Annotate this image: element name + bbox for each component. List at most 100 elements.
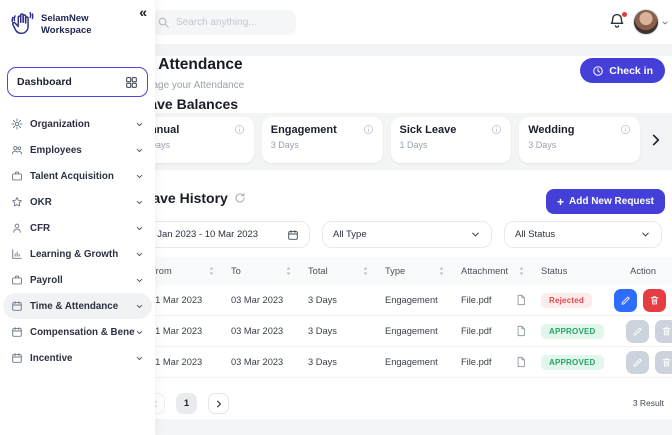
chevron-down-icon [135,276,144,285]
edit-button[interactable] [614,289,637,312]
sort-icon[interactable] [362,266,369,276]
edit-button-disabled [626,320,649,343]
sidebar-item-talent-acquisition[interactable]: Talent Acquisition [3,163,152,189]
cards-next-arrow[interactable] [648,130,664,150]
cell-attachment[interactable]: File.pdf [461,326,515,336]
cell-to: 03 Mar 2023 [231,326,308,336]
type-filter-select[interactable]: All Type [322,221,492,248]
column-header-action: Action [592,266,666,276]
add-new-request-button[interactable]: + Add New Request [546,189,665,214]
leave-history-table: From To Total Type Attachment Status [133,257,672,378]
file-icon[interactable] [515,325,527,337]
sort-icon[interactable] [438,266,445,276]
sidebar-item-incentive[interactable]: Incentive [3,345,152,371]
date-range-filter[interactable]: 01 Jan 2023 - 10 Mar 2023 [133,221,310,248]
sort-icon[interactable] [518,266,525,276]
chevron-down-icon [135,250,144,259]
chevron-down-icon [470,229,481,240]
cell-total: 3 Days [308,357,385,367]
grid-icon [125,76,138,89]
chevron-right-icon [214,399,224,409]
info-icon[interactable] [234,124,245,135]
filters-row: 01 Jan 2023 - 10 Mar 2023 All Type All S… [133,221,662,248]
chevron-down-icon [135,354,144,363]
gear-icon [11,118,23,130]
chart-icon [11,248,23,260]
status-badge: APPROVED [541,355,604,370]
search-input[interactable] [150,10,296,35]
info-icon[interactable] [491,124,502,135]
delete-button[interactable] [643,289,666,312]
sidebar-item-cfr[interactable]: CFR [3,215,152,241]
notification-dot [622,12,627,17]
date-range-value: 01 Jan 2023 - 10 Mar 2023 [144,229,287,240]
trash-icon [649,294,660,306]
search-bar[interactable] [150,10,296,35]
card-name: Engagement [271,124,337,136]
sidebar-item-compensation-benefit[interactable]: Compensation & Benefit [3,319,152,345]
user-icon [11,222,23,234]
file-icon[interactable] [515,294,527,306]
refresh-icon[interactable] [234,192,246,204]
leave-balance-card-engagement: Engagement 3 Days [262,117,383,163]
column-header-type[interactable]: Type [385,266,461,276]
clock-icon [592,65,604,77]
card-days: 3 Days [528,140,631,150]
sidebar-item-employees[interactable]: Employees [3,137,152,163]
cell-attachment[interactable]: File.pdf [461,357,515,367]
sidebar-item-organization[interactable]: Organization [3,111,152,137]
chevron-down-icon [135,172,144,181]
cell-type: Engagement [385,357,461,367]
table-row[interactable]: 01 Mar 2023 03 Mar 2023 3 Days Engagemen… [133,285,672,316]
info-icon[interactable] [620,124,631,135]
check-in-button[interactable]: Check in [580,58,665,83]
type-filter-value: All Type [333,229,470,240]
sidebar-item-payroll[interactable]: Payroll [3,267,152,293]
sidebar-collapse-button[interactable]: « [139,4,146,20]
leave-balance-cards: Annual 3 Days Engagement 3 Days Sick Lea… [133,117,664,163]
column-header-attachment[interactable]: Attachment [461,266,541,276]
cell-type: Engagement [385,326,461,336]
sidebar-item-learning-growth[interactable]: Learning & Growth [3,241,152,267]
pencil-icon [632,325,643,337]
chevron-down-icon [135,146,144,155]
sidebar-item-time-attendance[interactable]: Time & Attendance [3,293,152,319]
waving-hand-icon [9,10,36,39]
pagination-next-button[interactable] [208,393,229,414]
sort-icon[interactable] [208,266,215,276]
column-header-from[interactable]: From [150,266,231,276]
calendar-icon [11,300,23,312]
table-row[interactable]: 01 Mar 2023 03 Mar 2023 3 Days Engagemen… [133,347,672,378]
column-header-to[interactable]: To [231,266,308,276]
briefcase-icon [11,274,23,286]
leave-balance-card-sick-leave: Sick Leave 1 Days [391,117,512,163]
cell-total: 3 Days [308,326,385,336]
leave-balance-card-wedding: Wedding 3 Days [519,117,640,163]
pagination-page-1[interactable]: 1 [176,393,197,414]
avatar[interactable] [633,9,659,35]
calendar-icon [11,326,23,338]
status-filter-select[interactable]: All Status [504,221,662,248]
file-icon[interactable] [515,356,527,368]
sidebar-item-dashboard[interactable]: Dashboard [7,67,148,97]
notifications-button[interactable] [608,12,628,32]
chevron-down-icon[interactable] [661,19,669,27]
trash-icon [661,356,672,368]
dashboard-label: Dashboard [17,76,125,88]
check-in-label: Check in [609,65,653,77]
briefcase-icon [11,170,23,182]
status-filter-value: All Status [515,229,640,240]
cell-attachment[interactable]: File.pdf [461,295,515,305]
column-header-total[interactable]: Total [308,266,385,276]
chevron-down-icon [135,328,144,337]
table-row[interactable]: 01 Mar 2023 03 Mar 2023 3 Days Engagemen… [133,316,672,347]
sidebar-item-okr[interactable]: OKR [3,189,152,215]
sidebar-menu: Organization Employees Talent Acquisitio… [3,111,152,371]
card-days: 3 Days [142,140,245,150]
brand-logo: SelamNew Workspace [9,10,92,39]
info-icon[interactable] [363,124,374,135]
cell-from: 01 Mar 2023 [150,295,231,305]
sort-icon[interactable] [285,266,292,276]
pagination: 1 [144,393,229,414]
add-new-request-label: Add New Request [569,196,654,207]
